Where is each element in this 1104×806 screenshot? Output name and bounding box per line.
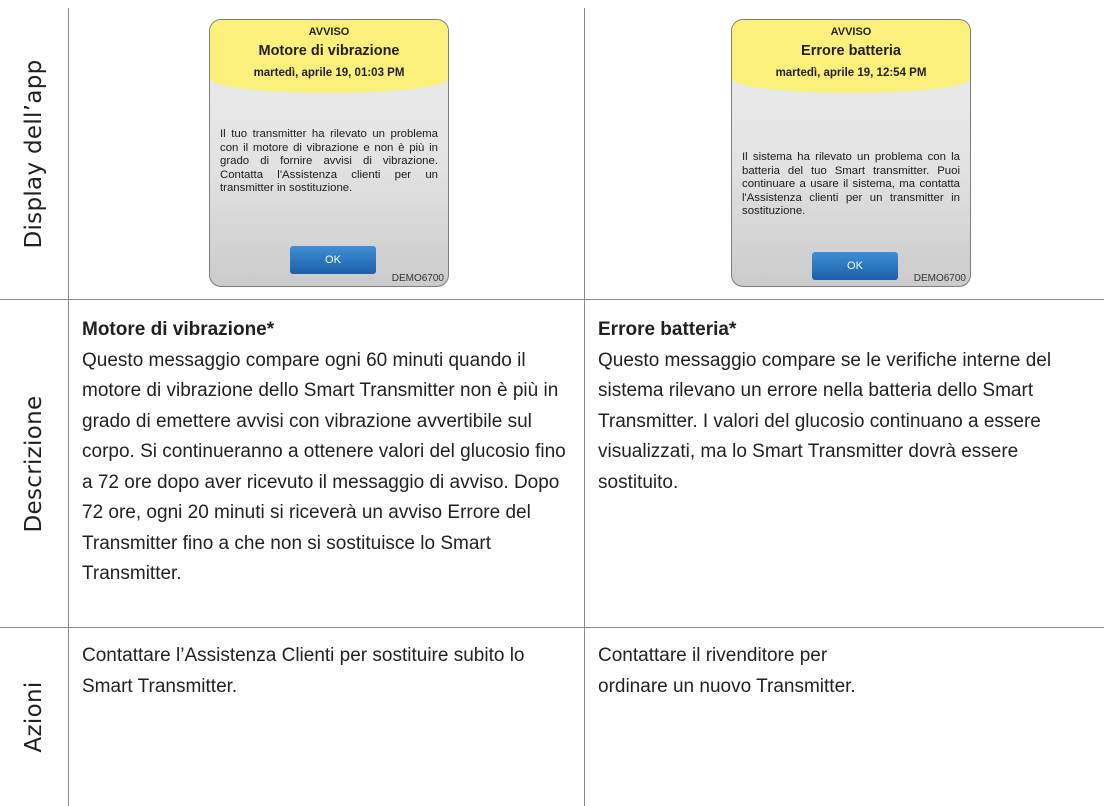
column-divider-left	[68, 8, 69, 806]
row-header-description: Descrizione	[0, 300, 68, 627]
alert-kind: AVVISO	[830, 26, 872, 38]
column-divider-middle	[584, 8, 585, 806]
alert-datetime: martedì, aprile 19, 01:03 PM	[253, 67, 405, 79]
app-alert-screen-battery: AVVISO Errore batteria martedì, aprile 1…	[731, 19, 971, 287]
action-vibration: Contattare l’Assistenza Clienti per sost…	[82, 641, 574, 702]
ok-button[interactable]: OK	[290, 246, 376, 274]
description-battery: Errore batteria* Questo messaggio compar…	[598, 315, 1088, 498]
row-header-display: Display dell’app	[0, 8, 68, 299]
alert-message: Il sistema ha rilevato un problema con l…	[742, 151, 960, 217]
app-alert-screen-vibration: AVVISO Motore di vibrazione martedì, apr…	[209, 19, 449, 287]
ok-button[interactable]: OK	[812, 252, 898, 280]
row-divider-2	[0, 627, 1104, 628]
alert-message: Il tuo transmitter ha rilevato un proble…	[220, 128, 438, 194]
description-vibration: Motore di vibrazione* Questo messaggio c…	[82, 315, 574, 590]
alert-header: AVVISO Motore di vibrazione martedì, apr…	[210, 20, 448, 93]
row-header-description-label: Descrizione	[21, 395, 47, 532]
alert-title: Motore di vibrazione	[258, 43, 400, 59]
alert-title: Errore batteria	[801, 43, 901, 59]
row-header-display-label: Display dell’app	[21, 58, 47, 249]
description-title: Errore batteria*	[598, 319, 737, 340]
row-header-actions: Azioni	[0, 628, 68, 806]
description-title: Motore di vibrazione*	[82, 319, 275, 340]
row-divider-1	[0, 299, 1104, 300]
alerts-table: Display dell’app Descrizione Azioni AVVI…	[0, 0, 1104, 806]
description-text: Questo messaggio compare ogni 60 minuti …	[82, 349, 566, 585]
description-text: Questo messaggio compare se le verifiche…	[598, 349, 1052, 493]
alert-kind: AVVISO	[308, 26, 350, 38]
demo-label: DEMO6700	[391, 273, 444, 284]
alert-datetime: martedì, aprile 19, 12:54 PM	[775, 67, 927, 79]
row-header-actions-label: Azioni	[21, 681, 47, 753]
demo-label: DEMO6700	[913, 273, 966, 284]
alert-header: AVVISO Errore batteria martedì, aprile 1…	[732, 20, 970, 93]
action-text: Contattare l’Assistenza Clienti per sost…	[82, 645, 525, 697]
action-battery: Contattare il rivenditore per ordinare u…	[598, 641, 898, 702]
action-text: Contattare il rivenditore per ordinare u…	[598, 645, 856, 697]
